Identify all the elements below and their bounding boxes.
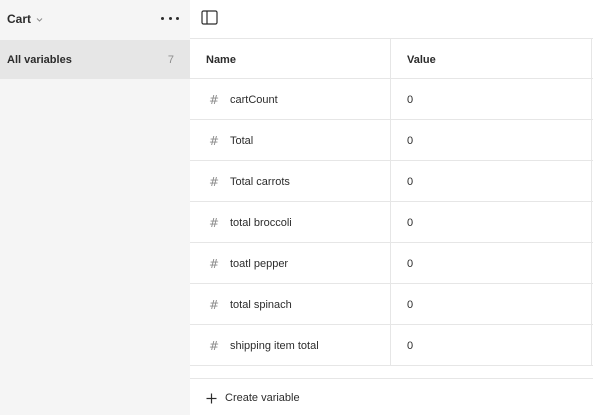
variable-value[interactable]: 0 [407, 135, 413, 147]
collection-name: Cart [7, 12, 32, 26]
variable-value[interactable]: 0 [407, 299, 413, 311]
sidebar-header: Cart [0, 0, 190, 38]
table-row[interactable]: # Total carrots 0 [190, 161, 593, 202]
table-header-row: Name Value [190, 38, 593, 79]
number-hash-icon: # [209, 257, 220, 271]
number-hash-icon: # [209, 298, 220, 312]
sidebar: Cart All variables 7 [0, 0, 190, 415]
number-hash-icon: # [209, 339, 220, 353]
group-item-all-variables[interactable]: All variables 7 [0, 40, 190, 79]
column-divider [390, 39, 391, 78]
variable-name[interactable]: Total [230, 135, 253, 147]
more-horizontal-icon [161, 16, 164, 20]
variable-name[interactable]: Total carrots [230, 176, 290, 188]
table-row[interactable]: # total spinach 0 [190, 284, 593, 325]
variable-value[interactable]: 0 [407, 176, 413, 188]
group-label: All variables [7, 54, 72, 66]
variable-value[interactable]: 0 [407, 94, 413, 106]
chevron-down-icon [36, 17, 43, 22]
variable-name[interactable]: shipping item total [230, 340, 319, 352]
create-variable-label: Create variable [225, 392, 300, 404]
variable-value[interactable]: 0 [407, 217, 413, 229]
variable-name[interactable]: total broccoli [230, 217, 292, 229]
more-options-button[interactable] [161, 10, 179, 26]
table-row[interactable]: # Total 0 [190, 120, 593, 161]
group-count: 7 [167, 54, 174, 66]
column-header-name: Name [206, 54, 236, 66]
number-hash-icon: # [209, 216, 220, 230]
number-hash-icon: # [209, 175, 220, 189]
number-hash-icon: # [209, 93, 220, 107]
table-row[interactable]: # cartCount 0 [190, 79, 593, 120]
variable-value[interactable]: 0 [407, 340, 413, 352]
table-row[interactable]: # toatl pepper 0 [190, 243, 593, 284]
variable-value[interactable]: 0 [407, 258, 413, 270]
column-header-value: Value [407, 54, 436, 66]
create-variable-button[interactable]: Create variable [206, 392, 300, 404]
variable-name[interactable]: total spinach [230, 299, 292, 311]
collection-dropdown[interactable]: Cart [7, 11, 44, 27]
sidebar-toggle-icon[interactable] [201, 10, 218, 25]
variable-name[interactable]: toatl pepper [230, 258, 288, 270]
table-row[interactable]: # shipping item total 0 [190, 325, 593, 366]
table-row[interactable]: # total broccoli 0 [190, 202, 593, 243]
number-hash-icon: # [209, 134, 220, 148]
plus-icon [206, 393, 217, 403]
table-footer: Create variable [190, 378, 593, 415]
variable-name[interactable]: cartCount [230, 94, 278, 106]
variables-table: Name Value # cartCount 0 # Total 0 # Tot… [190, 38, 593, 366]
